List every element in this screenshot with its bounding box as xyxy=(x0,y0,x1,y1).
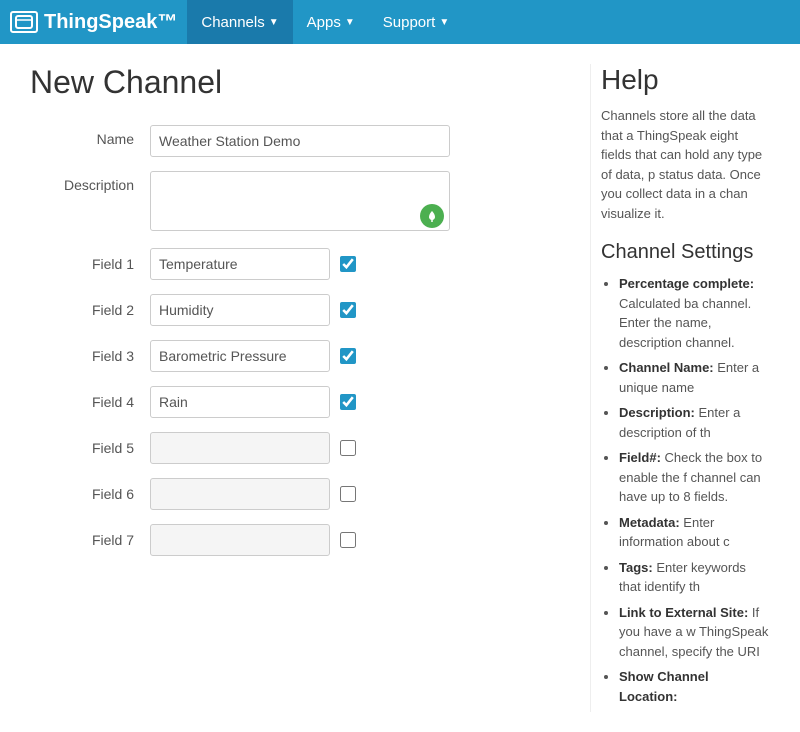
fields-container: Field 1 Field 2 Field 3 Field 4 Field 5 Field… xyxy=(30,248,560,556)
field-label-7: Field 7 xyxy=(30,532,150,548)
field-checkbox-7[interactable] xyxy=(340,532,356,548)
name-group: Name xyxy=(30,125,560,157)
field-input-7[interactable] xyxy=(150,524,330,556)
field-input-5[interactable] xyxy=(150,432,330,464)
field-row-4: Field 4 xyxy=(30,386,560,418)
field-label-6: Field 6 xyxy=(30,486,150,502)
help-list: Percentage complete: Calculated ba chann… xyxy=(601,274,770,706)
field-checkbox-6[interactable] xyxy=(340,486,356,502)
field-label-1: Field 1 xyxy=(30,256,150,272)
help-item-7: Link to External Site: If you have a w T… xyxy=(619,603,770,662)
field-label-5: Field 5 xyxy=(30,440,150,456)
field-row-2: Field 2 xyxy=(30,294,560,326)
help-item-5: Metadata: Enter information about c xyxy=(619,513,770,552)
field-row-3: Field 3 xyxy=(30,340,560,372)
help-item-6: Tags: Enter keywords that identify th xyxy=(619,558,770,597)
right-panel: Help Channels store all the data that a … xyxy=(590,64,770,712)
field-label-3: Field 3 xyxy=(30,348,150,364)
help-item-8: Show Channel Location: xyxy=(619,667,770,706)
nav-support[interactable]: Support ▼ xyxy=(369,0,463,44)
navbar: ThingSpeak™ Channels ▼ Apps ▼ Support ▼ xyxy=(0,0,800,44)
content-wrapper: New Channel Name Description Field 1Fiel… xyxy=(0,44,800,732)
brand-name: ThingSpeak™ xyxy=(44,11,177,34)
field-label-2: Field 2 xyxy=(30,302,150,318)
channels-caret-icon: ▼ xyxy=(269,17,279,28)
field-label-4: Field 4 xyxy=(30,394,150,410)
field-input-6[interactable] xyxy=(150,478,330,510)
help-item-1: Percentage complete: Calculated ba chann… xyxy=(619,274,770,352)
nav-channels[interactable]: Channels ▼ xyxy=(187,0,292,44)
page-title: New Channel xyxy=(30,64,560,101)
name-input[interactable] xyxy=(150,125,450,157)
field-input-2[interactable] xyxy=(150,294,330,326)
brand-logo[interactable]: ThingSpeak™ xyxy=(10,11,177,34)
brand-icon xyxy=(10,11,38,33)
field-checkbox-4[interactable] xyxy=(340,394,356,410)
apps-caret-icon: ▼ xyxy=(345,17,355,28)
description-group: Description xyxy=(30,171,560,234)
help-item-3: Description: Enter a description of th xyxy=(619,403,770,442)
left-panel: New Channel Name Description Field 1Fiel… xyxy=(30,64,590,712)
help-title: Help xyxy=(601,64,770,96)
field-row-1: Field 1 xyxy=(30,248,560,280)
field-checkbox-2[interactable] xyxy=(340,302,356,318)
help-intro: Channels store all the data that a Thing… xyxy=(601,106,770,223)
field-input-3[interactable] xyxy=(150,340,330,372)
field-row-5: Field 5 xyxy=(30,432,560,464)
field-checkbox-1[interactable] xyxy=(340,256,356,272)
name-label: Name xyxy=(30,125,150,147)
field-checkbox-5[interactable] xyxy=(340,440,356,456)
nav-apps[interactable]: Apps ▼ xyxy=(293,0,369,44)
field-row-6: Field 6 xyxy=(30,478,560,510)
description-input[interactable] xyxy=(150,171,450,231)
description-icon[interactable] xyxy=(420,204,444,228)
help-section-title: Channel Settings xyxy=(601,241,770,264)
help-item-2: Channel Name: Enter a unique name xyxy=(619,358,770,397)
field-input-4[interactable] xyxy=(150,386,330,418)
field-checkbox-3[interactable] xyxy=(340,348,356,364)
help-item-4: Field#: Check the box to enable the f ch… xyxy=(619,448,770,507)
field-row-7: Field 7 xyxy=(30,524,560,556)
support-caret-icon: ▼ xyxy=(439,17,449,28)
field-input-1[interactable] xyxy=(150,248,330,280)
description-wrapper xyxy=(150,171,450,234)
description-label: Description xyxy=(30,171,150,193)
